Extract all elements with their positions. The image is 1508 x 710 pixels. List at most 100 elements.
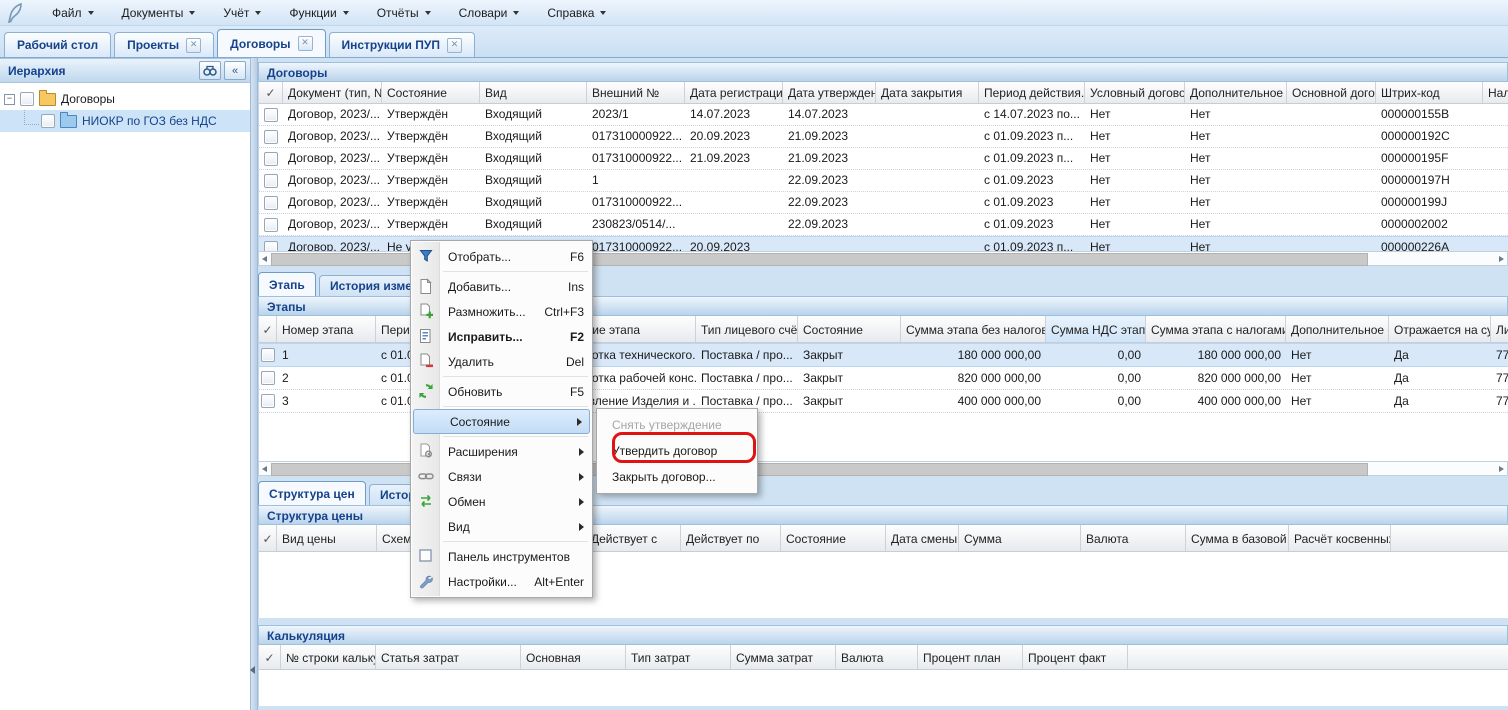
select-all-header[interactable]: ✓ <box>259 316 277 342</box>
column-header[interactable]: Условный договор <box>1085 82 1185 103</box>
row-checkbox[interactable] <box>264 218 278 232</box>
column-header[interactable]: Основной договор <box>1287 82 1376 103</box>
column-header[interactable]: Процент план <box>918 645 1023 669</box>
column-header[interactable]: Дата закрытия <box>876 82 979 103</box>
column-header[interactable]: Основная <box>521 645 626 669</box>
menu-item-refresh[interactable]: ОбновитьF5 <box>412 379 591 404</box>
tree-node[interactable]: НИОКР по ГОЗ без НДС <box>0 110 250 132</box>
splitter[interactable] <box>250 58 258 710</box>
menu-item-duplicate[interactable]: Размножить...Ctrl+F3 <box>412 299 591 324</box>
column-header[interactable]: Документ (тип, № <box>283 82 382 103</box>
column-header[interactable]: Тип затрат <box>626 645 731 669</box>
column-header[interactable]: Действует с <box>586 525 681 551</box>
column-header[interactable]: Сумма <box>959 525 1081 551</box>
table-row[interactable]: Договор, 2023/...УтверждёнВходящий017310… <box>259 126 1508 148</box>
tab-инструкции-пуп[interactable]: Инструкции ПУП✕ <box>329 32 475 57</box>
column-header[interactable]: Дата утверждения <box>783 82 876 103</box>
scroll-right-icon[interactable] <box>1499 466 1504 472</box>
tab-договоры[interactable]: Договоры✕ <box>217 29 325 57</box>
table-row[interactable]: Договор, 2023/...УтверждёнВходящий017310… <box>259 148 1508 170</box>
menu-item-edit[interactable]: Исправить...F2 <box>412 324 591 349</box>
select-all-header[interactable]: ✓ <box>259 82 283 103</box>
menubar-item[interactable]: Справка <box>533 3 620 23</box>
column-header[interactable]: Штрих-код <box>1376 82 1483 103</box>
menubar-item[interactable]: Документы <box>108 3 210 23</box>
column-header[interactable]: Дата регистрации. <box>685 82 783 103</box>
scroll-right-icon[interactable] <box>1499 256 1504 262</box>
column-header[interactable]: Дополнительное с <box>1286 316 1389 342</box>
column-header[interactable]: Сумма затрат <box>731 645 836 669</box>
column-header[interactable]: Налог <box>1483 82 1508 103</box>
menubar-item[interactable]: Функции <box>275 3 362 23</box>
tree-checkbox[interactable] <box>20 92 34 106</box>
row-checkbox[interactable] <box>261 394 275 408</box>
table-row[interactable]: Договор, 2023/...УтверждёнВходящий230823… <box>259 214 1508 236</box>
column-header[interactable]: Дата смены состоя <box>886 525 959 551</box>
column-header[interactable]: Вид <box>480 82 587 103</box>
tab-этапы[interactable]: Этапы <box>258 272 316 296</box>
menu-item-state[interactable]: Состояние <box>413 409 590 434</box>
scroll-left-icon[interactable] <box>262 466 267 472</box>
column-header[interactable]: № строки калькул <box>281 645 376 669</box>
table-row[interactable]: Договор, 2023/...УтверждёнВходящий2023/1… <box>259 104 1508 126</box>
table-row[interactable]: Договор, 2023/...УтверждёнВходящий017310… <box>259 192 1508 214</box>
row-checkbox[interactable] <box>264 130 278 144</box>
row-checkbox[interactable] <box>264 196 278 210</box>
menubar-item[interactable]: Отчёты <box>363 3 445 23</box>
menu-item-extensions[interactable]: Расширения <box>412 439 591 464</box>
column-header[interactable]: Статья затрат <box>376 645 521 669</box>
column-header[interactable]: Сумма в базовой в <box>1186 525 1289 551</box>
tab-структура-цены[interactable]: Структура цены <box>258 481 366 505</box>
tree-expander-icon[interactable]: − <box>4 94 15 105</box>
select-all-header[interactable]: ✓ <box>259 525 277 551</box>
column-header[interactable]: Валюта <box>836 645 918 669</box>
menubar-item[interactable]: Словари <box>445 3 534 23</box>
column-header[interactable]: Состояние <box>798 316 901 342</box>
menu-item-exchange[interactable]: Обмен <box>412 489 591 514</box>
scroll-left-icon[interactable] <box>262 256 267 262</box>
column-header[interactable]: Внешний № <box>587 82 685 103</box>
column-header[interactable]: Отражается на су <box>1389 316 1491 342</box>
tree-node[interactable]: −Договоры <box>0 88 250 110</box>
row-checkbox[interactable] <box>264 152 278 166</box>
row-checkbox[interactable] <box>264 241 278 252</box>
column-header[interactable]: Лицевой счёт <box>1491 316 1508 342</box>
menu-item-links[interactable]: Связи <box>412 464 591 489</box>
submenu-item-close-contract[interactable]: Закрыть договор... <box>598 464 756 490</box>
menu-item-settings[interactable]: Настройки...Alt+Enter <box>412 569 591 594</box>
menu-item-add[interactable]: Добавить...Ins <box>412 274 591 299</box>
row-checkbox[interactable] <box>261 348 275 362</box>
close-icon[interactable]: ✕ <box>447 38 462 53</box>
tree-checkbox[interactable] <box>41 114 55 128</box>
column-header[interactable]: Процент факт <box>1023 645 1128 669</box>
column-header[interactable]: Действует по <box>681 525 781 551</box>
row-checkbox[interactable] <box>264 108 278 122</box>
column-header[interactable]: Сумма НДС этапа <box>1046 316 1146 342</box>
close-icon[interactable]: ✕ <box>186 38 201 53</box>
tab-проекты[interactable]: Проекты✕ <box>114 32 214 57</box>
select-all-header[interactable]: ✓ <box>259 645 281 669</box>
menu-item-delete[interactable]: УдалитьDel <box>412 349 591 374</box>
search-button[interactable] <box>199 61 221 80</box>
column-header[interactable]: Сумма этапа без налогов <box>901 316 1046 342</box>
submenu-item-approve-contract[interactable]: Утвердить договор <box>598 438 756 464</box>
collapse-panel-button[interactable]: « <box>224 61 246 80</box>
column-header[interactable]: Сумма этапа с налогами <box>1146 316 1286 342</box>
menu-item-toolbar[interactable]: Панель инструментов <box>412 544 591 569</box>
column-header[interactable]: Валюта <box>1081 525 1186 551</box>
column-header[interactable]: Период действия.. <box>979 82 1085 103</box>
column-header[interactable]: Состояние <box>781 525 886 551</box>
column-header[interactable]: Дополнительное с <box>1185 82 1287 103</box>
menu-item-view[interactable]: Вид <box>412 514 591 539</box>
close-icon[interactable]: ✕ <box>298 36 313 51</box>
column-header[interactable]: Тип лицевого счёт <box>696 316 798 342</box>
row-checkbox[interactable] <box>261 371 275 385</box>
menu-item-filter[interactable]: Отобрать...F6 <box>412 244 591 269</box>
splitter-collapse-icon[interactable] <box>250 666 255 674</box>
menubar-item[interactable]: Учёт <box>209 3 275 23</box>
column-header[interactable]: Вид цены <box>277 525 377 551</box>
row-checkbox[interactable] <box>264 174 278 188</box>
menubar-item[interactable]: Файл <box>38 3 108 23</box>
table-row[interactable]: Договор, 2023/...УтверждёнВходящий122.09… <box>259 170 1508 192</box>
column-header[interactable]: Номер этапа <box>277 316 376 342</box>
